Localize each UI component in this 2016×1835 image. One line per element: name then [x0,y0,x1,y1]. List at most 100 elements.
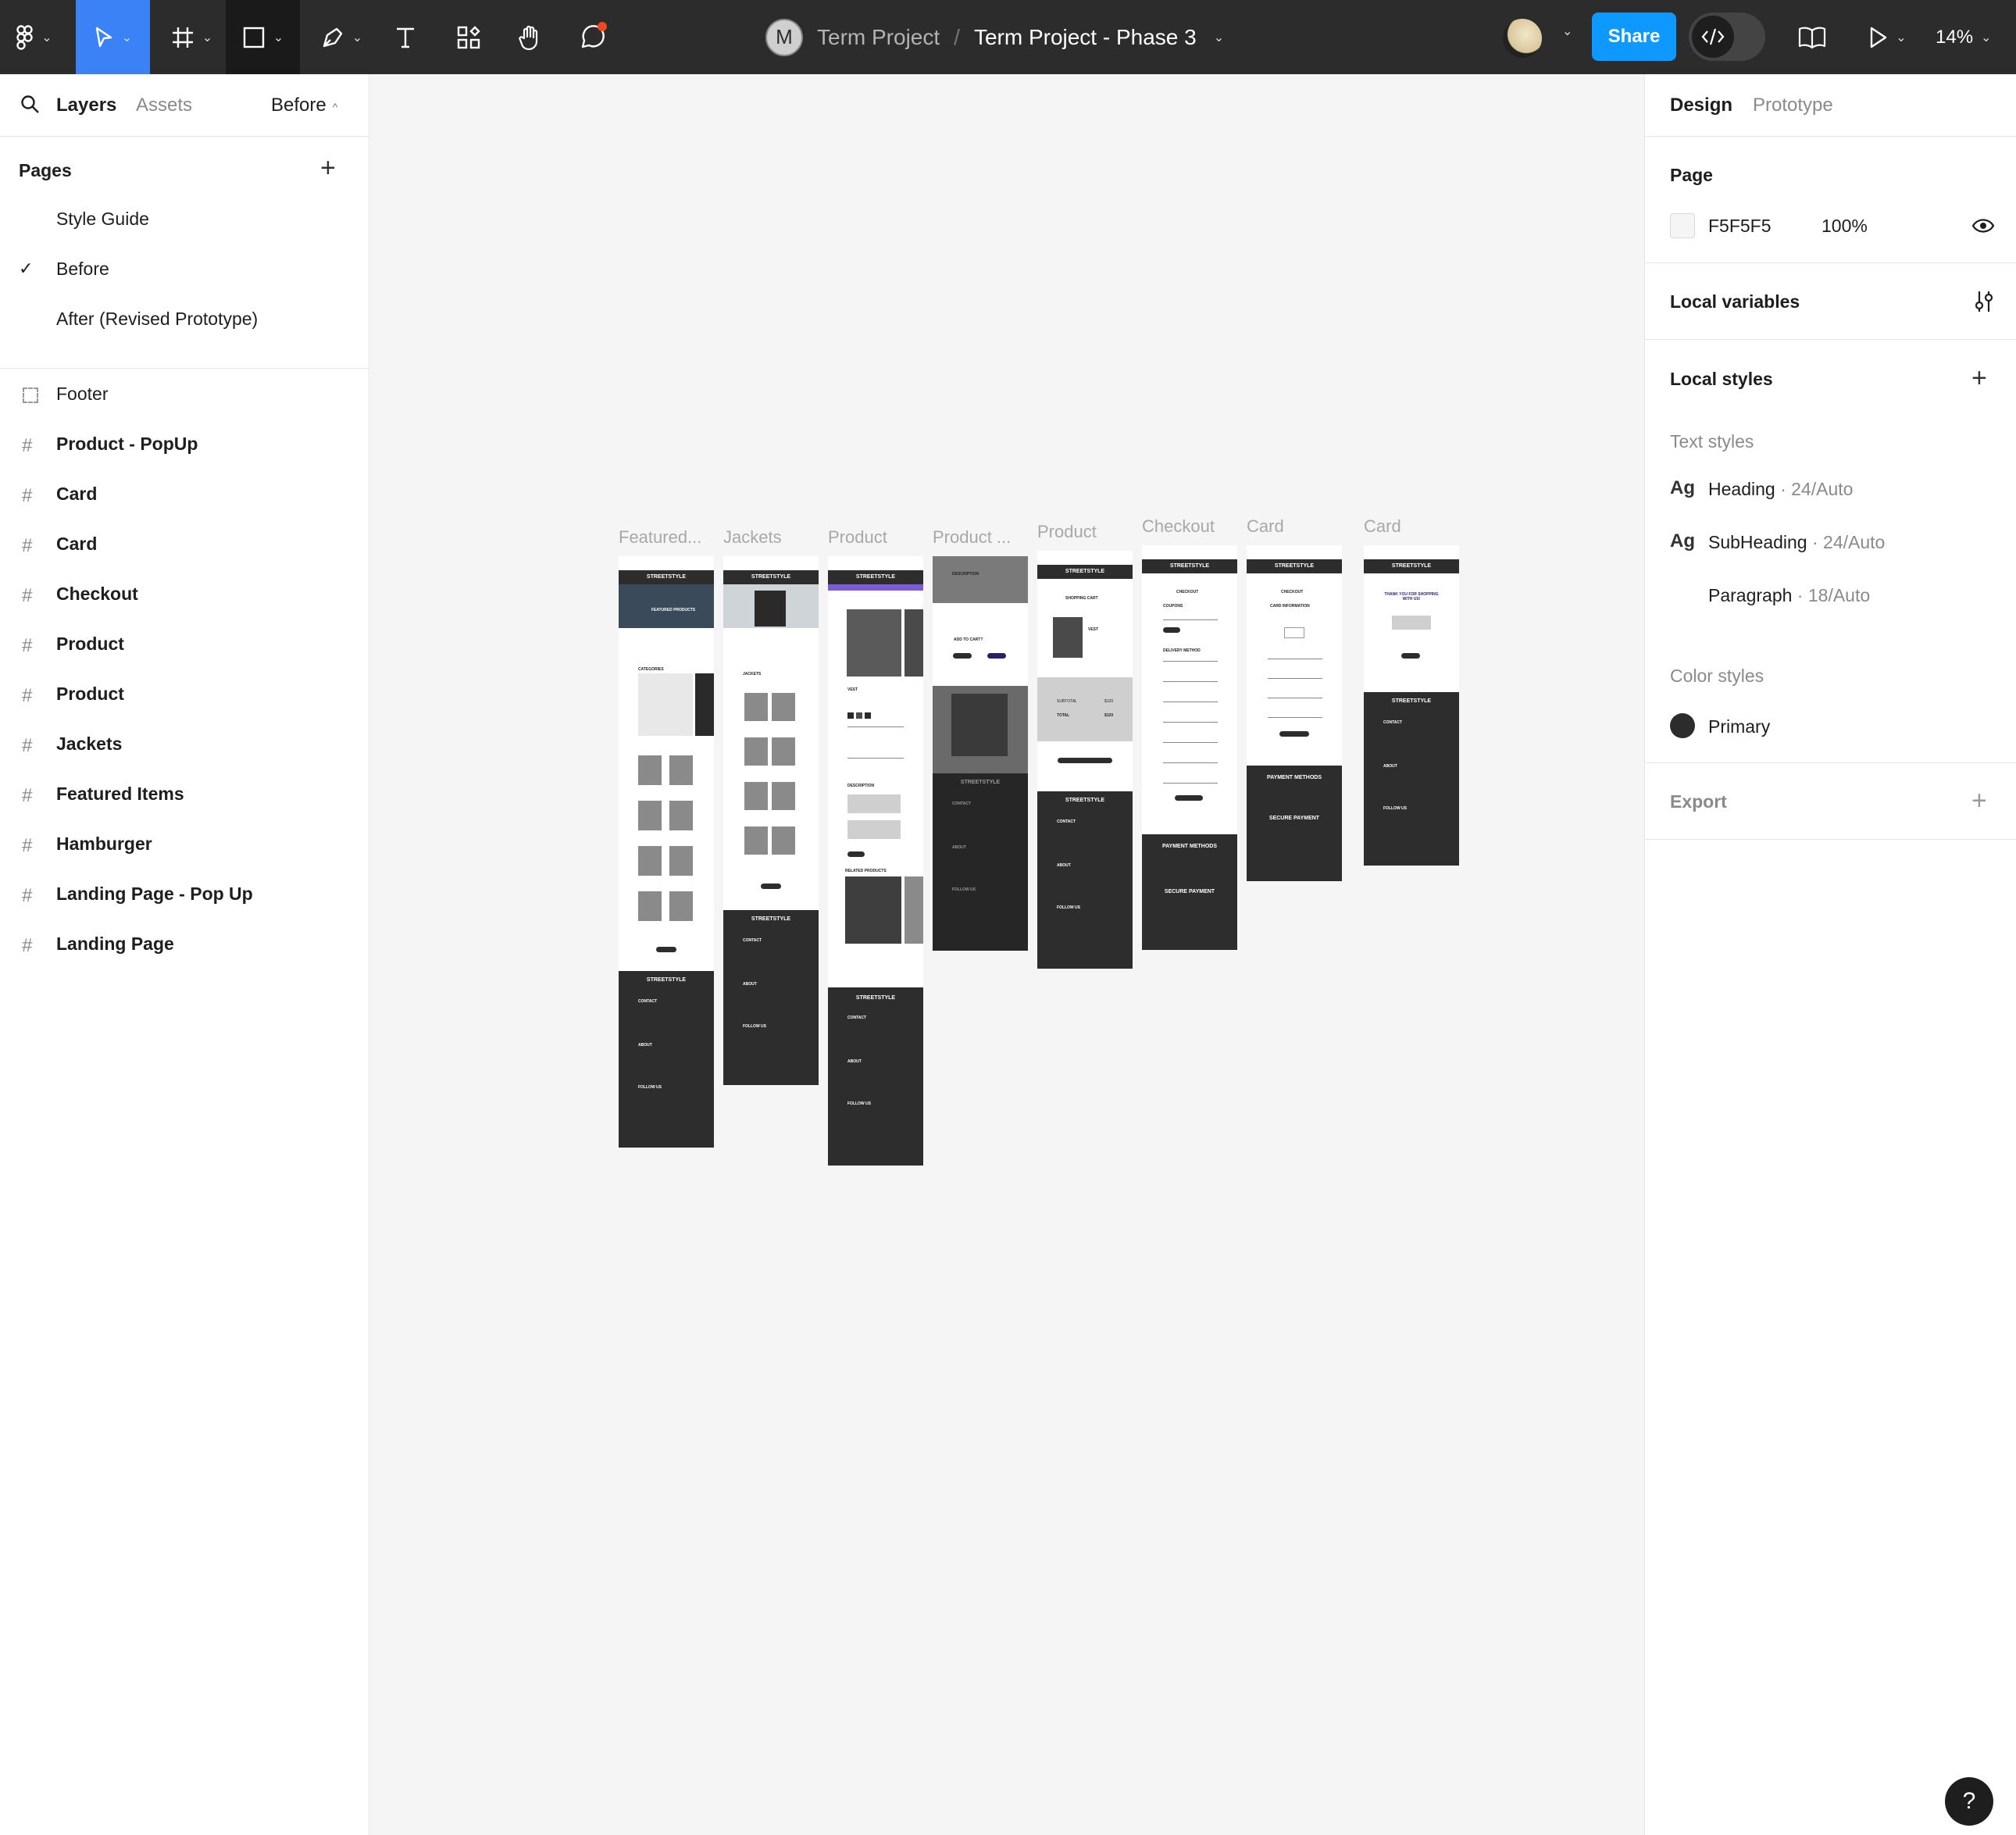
buy-button [847,851,865,857]
page-opacity-value[interactable]: 100% [1822,216,1868,237]
tab-assets[interactable]: Assets [136,95,192,116]
frame-card-information[interactable]: STREETSTYLE CHECKOUT CARD INFORMATION PA… [1247,545,1342,881]
hero-model [755,591,786,627]
frame-label[interactable]: Card [1364,516,1401,537]
jackets-heading: JACKETS [743,672,762,677]
frame-label[interactable]: Product [1037,522,1097,542]
page-color-swatch[interactable] [1670,213,1695,238]
tab-layers[interactable]: Layers [56,95,116,116]
frame-label[interactable]: Jackets [723,527,782,548]
footer-brand: STREETSTYLE [1391,698,1432,704]
layer-hamburger[interactable]: # Hamburger [0,821,369,868]
tab-prototype[interactable]: Prototype [1753,95,1833,116]
color-style-swatch [1670,713,1695,738]
frame-icon: # [22,685,33,706]
frame-label[interactable]: Product ... [933,527,1011,548]
frame-jackets[interactable]: STREETSTYLE JACKETS STREETSTYLE CONTACT … [723,556,819,1085]
thank-you-message: THANK YOU FOR SHOPPING WITH US! [1384,592,1439,602]
layer-checkout[interactable]: # Checkout [0,571,369,618]
page-item-style-guide[interactable]: Style Guide [56,209,149,230]
hand-icon [519,25,538,50]
text-style-subheading[interactable]: Ag SubHeading · 24/Auto [1645,526,2016,560]
tab-design[interactable]: Design [1670,95,1732,116]
frame-label[interactable]: Card [1247,516,1284,537]
move-tool-button[interactable]: ⌄ [76,0,150,74]
add-export-icon[interactable]: + [1971,787,1987,814]
footer-follow: FOLLOW US [952,887,976,892]
input-line [1163,619,1218,620]
page-item-after[interactable]: After (Revised Prototype) [56,309,258,330]
layer-product[interactable]: # Product [0,621,369,668]
frame-featured-items[interactable]: STREETSTYLE FEATURED PRODUCTS CATEGORIES… [619,556,714,1148]
page-dropdown[interactable]: Before ^ [271,95,337,116]
footer: STREETSTYLE CONTACT ABOUT FOLLOW US [828,987,923,1166]
canvas[interactable]: Featured... Jackets Product Product ... … [370,74,1643,1835]
layer-jackets[interactable]: # Jackets [0,721,369,768]
present-button[interactable]: ⌄ [1864,0,1912,74]
local-variables-heading[interactable]: Local variables [1670,291,1800,312]
frame-label[interactable]: Product [828,527,887,548]
page-color-value[interactable]: F5F5F5 [1708,216,1772,237]
text-style-paragraph[interactable]: Paragraph · 18/Auto [1645,579,2016,613]
share-button[interactable]: Share [1592,12,1676,61]
input-line [1163,783,1218,784]
frame-icon: # [22,535,33,556]
avatar[interactable]: M [765,18,803,56]
layer-card[interactable]: # Card [0,471,369,518]
layer-label: Product - PopUp [56,434,198,454]
shape-tool-button[interactable]: ⌄ [226,0,300,74]
frame-label[interactable]: Featured... [619,527,701,548]
search-icon[interactable] [20,95,41,115]
variables-icon[interactable] [1973,290,1995,313]
frame-tool-button[interactable]: ⌄ [162,0,221,74]
resources-button[interactable] [449,0,488,74]
frame-label[interactable]: Checkout [1142,516,1215,537]
product-image-next [905,609,923,677]
file-name[interactable]: Term Project - Phase 3 [974,25,1197,50]
add-style-icon[interactable]: + [1971,365,1987,391]
style-detail: · 24/Auto [1807,532,1886,552]
add-page-icon[interactable]: + [320,155,336,181]
layer-featured-items[interactable]: # Featured Items [0,771,369,818]
help-button[interactable]: ? [1945,1777,1993,1826]
layer-landing-page[interactable]: # Landing Page [0,921,369,968]
color-swatch [847,712,854,719]
play-icon [1871,27,1887,48]
library-button[interactable] [1797,0,1828,74]
brand-header: STREETSTYLE [723,570,819,584]
input-line [1268,678,1322,679]
project-name[interactable]: Term Project [817,25,940,50]
frame-product-popup[interactable]: DESCRIPTION ADD TO CART? STREETSTYLE CON… [933,556,1028,951]
text-tool-button[interactable] [386,0,425,74]
frame-shopping-cart[interactable]: STREETSTYLE SHOPPING CART VEST SUBTOTAL … [1037,551,1133,969]
text-style-heading[interactable]: Ag Heading · 24/Auto [1645,473,2016,507]
eye-icon[interactable] [1971,216,1995,235]
layer-product-popup[interactable]: # Product - PopUp [0,421,369,468]
layer-footer[interactable]: Footer [0,371,369,418]
hand-tool-button[interactable] [511,0,550,74]
page-item-before[interactable]: Before [56,259,109,280]
pen-tool-button[interactable]: ⌄ [312,0,371,74]
layer-label: Featured Items [56,784,184,804]
layer-card[interactable]: # Card [0,521,369,568]
layer-landing-page-popup[interactable]: # Landing Page - Pop Up [0,871,369,918]
layer-product[interactable]: # Product [0,671,369,718]
color-style-primary[interactable]: Primary [1645,707,2016,744]
user-avatar[interactable] [1503,19,1542,58]
total-label: TOTAL [1057,713,1070,718]
frame-order-confirmation[interactable]: STREETSTYLE THANK YOU FOR SHOPPING WITH … [1364,545,1459,866]
file-menu-chevron-icon[interactable]: ⌄ [1214,30,1224,45]
zoom-menu[interactable]: 14% ⌄ [1936,0,1991,74]
payment-heading: PAYMENT METHODS [1266,775,1322,780]
brand-header: STREETSTYLE [1364,559,1459,573]
right-panel-tabs: Design Prototype [1645,74,2016,137]
frame-product[interactable]: STREETSTYLE VEST DESCRIPTION RELATED PRO… [828,556,923,1166]
frame-checkout[interactable]: STREETSTYLE CHECKOUT COUPONS DELIVERY ME… [1142,545,1237,950]
chevron-down-icon: ⌄ [121,30,133,45]
card-info-heading: CARD INFORMATION [1270,604,1310,609]
main-menu-button[interactable]: ⌄ [11,0,58,74]
dev-mode-toggle[interactable] [1689,12,1765,61]
comment-button[interactable] [574,0,613,74]
file-title-area: M Term Project / Term Project - Phase 3 … [765,0,1224,74]
chevron-down-icon[interactable]: ⌄ [1562,23,1572,39]
